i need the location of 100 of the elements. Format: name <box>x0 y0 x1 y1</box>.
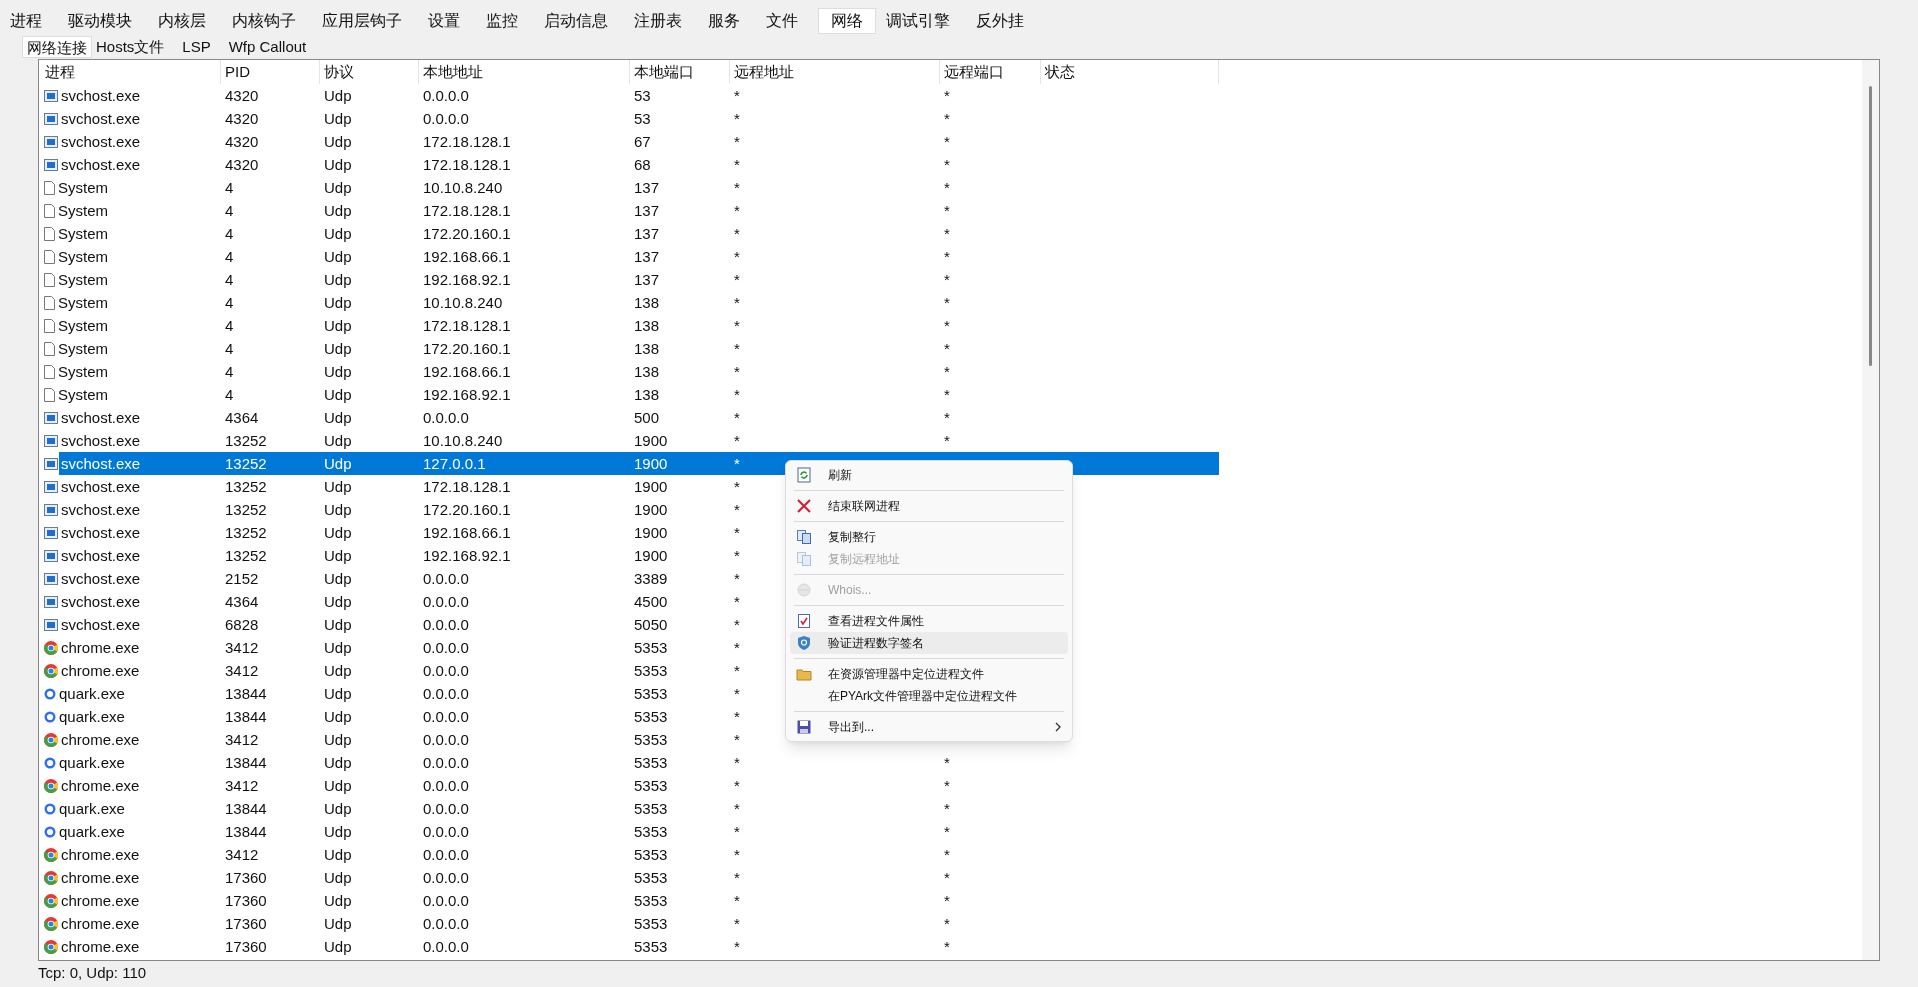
table-cell-text: quark.exe <box>59 799 125 819</box>
column-header[interactable]: 远程端口 <box>940 60 1041 84</box>
table-cell-text: * <box>944 822 950 842</box>
table-cell-text: 4 <box>225 178 234 198</box>
table-cell-text: 172.18.128.1 <box>423 132 511 152</box>
table-cell-text: * <box>944 776 950 796</box>
menu-item[interactable]: 验证进程数字签名 <box>790 632 1068 654</box>
table-cell-text: * <box>734 316 740 336</box>
table-cell-text: chrome.exe <box>61 891 140 911</box>
browser-icon <box>44 847 58 862</box>
table-cell-text: * <box>944 753 950 773</box>
table-cell-text: * <box>734 431 740 451</box>
table-cell-text: Udp <box>324 868 352 888</box>
table-cell-text: * <box>734 178 740 198</box>
close-icon <box>796 498 812 514</box>
table-cell-text: 13252 <box>225 477 267 497</box>
table-cell-text: 0.0.0.0 <box>423 822 469 842</box>
column-header[interactable]: PID <box>221 60 320 84</box>
table-cell-text: 500 <box>634 408 660 428</box>
table-cell-text: svchost.exe <box>61 155 141 175</box>
table-cell-text: * <box>734 822 740 842</box>
table-cell-text: 192.168.92.1 <box>423 385 511 405</box>
table-cell-text: 3412 <box>225 730 259 750</box>
table-cell-text: 137 <box>634 178 660 198</box>
browser-icon <box>44 778 58 793</box>
table-cell-text: 53 <box>634 86 651 106</box>
table-cell-text: 4500 <box>634 592 668 612</box>
document-icon <box>44 226 55 241</box>
table-cell-text: 4 <box>225 247 234 267</box>
table-cell-text: * <box>944 132 950 152</box>
table-cell-text: System <box>58 247 108 267</box>
table-cell-text: 172.20.160.1 <box>423 224 511 244</box>
table-cell-text: chrome.exe <box>61 845 140 865</box>
window-icon <box>44 526 58 539</box>
window-icon <box>44 89 58 102</box>
table-cell-text: Udp <box>324 224 352 244</box>
table-cell-text: * <box>944 86 950 106</box>
menu-item[interactable]: 在PYArk文件管理器中定位进程文件 <box>790 685 1068 707</box>
table-cell-text: 5050 <box>634 615 668 635</box>
table-cell-text: * <box>734 914 740 934</box>
tab[interactable]: 网络连接 <box>22 36 92 58</box>
table-cell-text: 17360 <box>225 891 267 911</box>
column-header[interactable]: 状态 <box>1041 60 1219 84</box>
ring-icon <box>44 710 56 723</box>
ring-icon <box>44 825 56 838</box>
document-icon <box>44 364 55 379</box>
document-icon <box>44 180 55 195</box>
table-cell-text: 138 <box>634 362 660 382</box>
column-header[interactable]: 本地地址 <box>419 60 630 84</box>
table-cell-text: * <box>734 385 740 405</box>
table-cell-text: 13252 <box>225 431 267 451</box>
table-cell-text: 53 <box>634 109 651 129</box>
table-cell-text: 138 <box>634 385 660 405</box>
menu-item[interactable]: 结束联网进程 <box>790 495 1068 517</box>
document-icon <box>44 295 55 310</box>
table-cell-text: Udp <box>324 155 352 175</box>
table-cell-text: chrome.exe <box>61 937 140 957</box>
scrollbar-thumb[interactable] <box>1869 86 1872 366</box>
column-header[interactable]: 本地端口 <box>630 60 730 84</box>
table-cell-text: quark.exe <box>59 707 125 727</box>
menu-item[interactable]: 复制整行 <box>790 526 1068 548</box>
column-header[interactable]: 远程地址 <box>730 60 940 84</box>
table-cell-text: svchost.exe <box>61 408 141 428</box>
table-cell-text: * <box>944 937 950 957</box>
window-icon <box>44 411 58 424</box>
table-cell-text: * <box>734 661 740 681</box>
menu-item[interactable]: 在资源管理器中定位进程文件 <box>790 663 1068 685</box>
table-cell-text: Udp <box>324 293 352 313</box>
tab[interactable]: 网络 <box>818 8 876 34</box>
refresh-icon <box>796 467 812 483</box>
table-cell-text: 0.0.0.0 <box>423 569 469 589</box>
table-cell-text: * <box>734 247 740 267</box>
table-cell-text: Udp <box>324 86 352 106</box>
menu-item[interactable]: 查看进程文件属性 <box>790 610 1068 632</box>
table-cell-text: 137 <box>634 201 660 221</box>
table-cell-text: * <box>734 546 740 566</box>
scrollbar[interactable] <box>1862 60 1879 960</box>
menu-item[interactable]: 导出到... <box>790 716 1068 738</box>
document-icon <box>44 249 55 264</box>
table-cell-text: 10.10.8.240 <box>423 178 503 198</box>
table-cell-text: 127.0.0.1 <box>423 454 486 474</box>
table-cell-text: chrome.exe <box>61 914 140 934</box>
table-cell-text: * <box>734 868 740 888</box>
table-cell-text: * <box>944 385 950 405</box>
table-cell-text: * <box>944 109 950 129</box>
table-cell-text: System <box>58 224 108 244</box>
table-cell-text: 3412 <box>225 661 259 681</box>
table-cell-text: Udp <box>324 385 352 405</box>
table-cell-text: 137 <box>634 247 660 267</box>
table-cell-text: * <box>944 868 950 888</box>
table-cell-text: 0.0.0.0 <box>423 845 469 865</box>
table-cell-text: 138 <box>634 339 660 359</box>
table-cell-text: Udp <box>324 477 352 497</box>
table-cell-text: Udp <box>324 247 352 267</box>
table-cell-text: 5353 <box>634 661 668 681</box>
column-header[interactable]: 协议 <box>320 60 419 84</box>
table-cell-text: Udp <box>324 661 352 681</box>
table-cell-text: 13252 <box>225 546 267 566</box>
browser-icon <box>44 870 58 885</box>
table-cell-text: 0.0.0.0 <box>423 776 469 796</box>
